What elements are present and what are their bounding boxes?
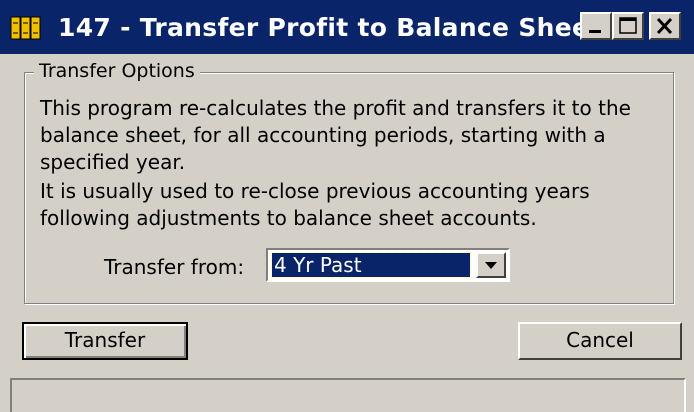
description-paragraph: This program re-calculates the profit an… xyxy=(40,96,631,174)
group-legend: Transfer Options xyxy=(34,60,200,82)
usage-paragraph: It is usually used to re-close previous … xyxy=(40,179,590,230)
chevron-down-icon xyxy=(485,262,497,269)
title-bar[interactable]: 147 - Transfer Profit to Balance Sheet xyxy=(0,0,694,54)
minimize-button[interactable] xyxy=(580,12,612,40)
window-title: 147 - Transfer Profit to Balance Sheet xyxy=(58,13,602,42)
transfer-from-select[interactable]: 4 Yr Past xyxy=(266,248,510,282)
transfer-from-value[interactable]: 4 Yr Past xyxy=(271,252,471,278)
minimize-icon xyxy=(589,30,601,33)
transfer-button[interactable]: Transfer xyxy=(22,322,188,360)
maximize-button[interactable] xyxy=(612,12,644,40)
transfer-from-label: Transfer from: xyxy=(104,255,245,279)
close-icon xyxy=(656,17,673,35)
close-button[interactable] xyxy=(649,12,681,40)
ledger-books-icon xyxy=(10,15,50,41)
dropdown-button[interactable] xyxy=(476,252,506,278)
status-bar xyxy=(10,378,686,412)
maximize-icon xyxy=(619,17,637,34)
cancel-button[interactable]: Cancel xyxy=(518,322,682,360)
